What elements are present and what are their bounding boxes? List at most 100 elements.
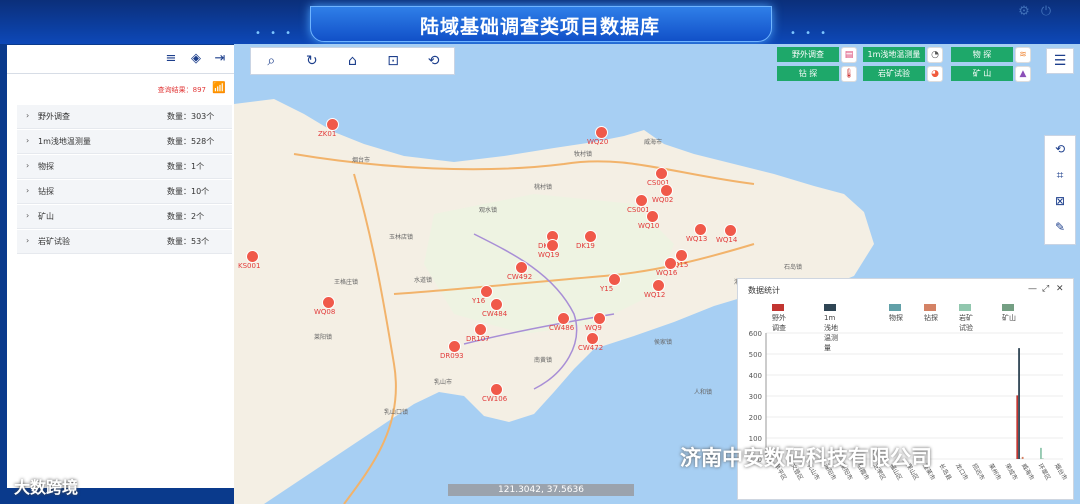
stats-title: 数据统计 xyxy=(748,286,780,295)
map-marker-label: WQ19 xyxy=(538,251,560,259)
tree-row[interactable]: › 1m浅地温测量 数量：528个 xyxy=(17,130,232,154)
map-marker[interactable]: DR093 xyxy=(440,340,484,364)
pie-icon: ◕ xyxy=(927,66,943,82)
reset-icon[interactable]: ⟲ xyxy=(425,52,443,70)
legend-item[interactable]: 1m浅地温测量 xyxy=(824,303,839,352)
page-title: 陆域基础调查类项目数据库 xyxy=(419,16,660,38)
map-marker[interactable]: Y15 xyxy=(600,273,644,297)
tree-row-count: 数量：303个 xyxy=(167,112,215,121)
svg-text:桃村镇: 桃村镇 xyxy=(534,183,552,191)
map-marker-label: DR093 xyxy=(440,352,464,360)
map-marker-label: WQ08 xyxy=(314,308,336,316)
layer-toggle-rock-test[interactable]: 岩矿试验 xyxy=(863,66,925,81)
mountain-icon: ▲ xyxy=(1015,66,1031,82)
map-marker-label: CW484 xyxy=(482,310,508,318)
map-marker-label: WQ16 xyxy=(656,269,678,277)
map-marker[interactable]: WQ08 xyxy=(314,296,358,320)
layer-toggle-geophysics[interactable]: 物 探 xyxy=(951,47,1013,62)
svg-text:烟台市: 烟台市 xyxy=(352,156,370,164)
map-marker[interactable]: CW472 xyxy=(578,332,622,356)
map-toolbar: ⌕ ↻ ⌂ ⊡ ⟲ xyxy=(250,47,455,75)
legend-item[interactable]: 物探 xyxy=(889,303,904,322)
chevron-right-icon: › xyxy=(26,111,30,120)
bar-chart: 0100200300400500600牟平区 文登区 乳山市 海阳市 莱阳市 栖霞市 芝罘区… xyxy=(749,330,1069,482)
svg-text:玉林店镇: 玉林店镇 xyxy=(389,233,413,241)
map-marker[interactable]: ZK01 xyxy=(318,118,362,142)
map-marker[interactable]: WQ12 xyxy=(644,279,688,303)
layer-toggle-drilling[interactable]: 钻 探 xyxy=(777,66,839,81)
tree-row[interactable]: › 矿山 数量：2个 xyxy=(17,205,232,229)
legend-item[interactable]: 岩矿试验 xyxy=(959,303,974,332)
map-marker[interactable]: WQ19 xyxy=(538,239,582,263)
x-tick-label: 莱州市 xyxy=(987,462,1003,482)
map-marker-label: Y15 xyxy=(600,285,614,293)
zoom-box-icon[interactable]: ⌕ xyxy=(262,52,280,70)
x-tick-label: 龙口市 xyxy=(954,462,970,482)
pan-icon[interactable]: ⌂ xyxy=(343,52,361,70)
rotate-icon[interactable]: ↻ xyxy=(303,52,321,70)
map-marker[interactable]: WQ20 xyxy=(587,126,631,150)
tree-row[interactable]: › 钻探 数量：10个 xyxy=(17,180,232,204)
x-tick-label: 长岛县 xyxy=(938,462,954,482)
chevron-right-icon: › xyxy=(26,136,30,145)
svg-text:莱阳镇: 莱阳镇 xyxy=(314,333,332,341)
layer-toggle-ground-temp[interactable]: 1m浅地温测量 xyxy=(863,47,925,62)
layer-toggle-field-survey[interactable]: 野外调查 xyxy=(777,47,839,62)
map-marker[interactable]: CW106 xyxy=(482,383,526,407)
svg-text:人和镇: 人和镇 xyxy=(694,388,712,396)
thermometer-icon: 🌡 xyxy=(841,66,857,82)
minimize-icon[interactable]: — xyxy=(1028,284,1037,294)
y-tick-label: 600 xyxy=(749,330,762,338)
map-marker-label: ZK01 xyxy=(318,130,337,138)
tree-row[interactable]: › 物探 数量：1个 xyxy=(17,155,232,179)
svg-text:王格庄镇: 王格庄镇 xyxy=(334,278,358,286)
ruler-icon[interactable]: ✎ xyxy=(1045,214,1075,240)
map-marker[interactable]: KS001 xyxy=(238,250,282,274)
svg-text:观水镇: 观水镇 xyxy=(479,206,497,214)
settings-gear-icon[interactable]: ⚙ xyxy=(1016,4,1032,20)
tree-row-count: 数量：528个 xyxy=(167,137,215,146)
legend-item[interactable]: 矿山 xyxy=(1002,303,1017,322)
tree-row-label: 野外调查 xyxy=(38,112,70,121)
svg-text:南黄镇: 南黄镇 xyxy=(534,356,552,364)
tree-row[interactable]: › 野外调查 数量：303个 xyxy=(17,105,232,129)
measure-icon[interactable]: ⊠ xyxy=(1045,188,1075,214)
query-list-icon[interactable]: ≡ xyxy=(162,50,180,68)
tree-row-count: 数量：1个 xyxy=(167,162,205,171)
crop-icon[interactable]: ⌗ xyxy=(1045,162,1075,188)
query-result-count: 查询结果：897 xyxy=(157,86,206,94)
layers-icon[interactable]: ◈ xyxy=(187,50,205,68)
map-marker[interactable]: WQ14 xyxy=(716,224,760,248)
chevron-right-icon: › xyxy=(26,161,30,170)
bar xyxy=(1016,395,1019,459)
select-icon[interactable]: ⊡ xyxy=(384,52,402,70)
tree-row[interactable]: › 岩矿试验 数量：53个 xyxy=(17,230,232,254)
collapse-icon[interactable]: ⇥ xyxy=(211,50,229,68)
map-marker-label: CW106 xyxy=(482,395,508,403)
map-marker[interactable]: WQ10 xyxy=(638,210,682,234)
map-marker[interactable]: DK19 xyxy=(576,230,620,254)
sliders-icon[interactable]: ☰ xyxy=(1046,48,1074,74)
tree-row-label: 岩矿试验 xyxy=(38,237,70,246)
map-marker[interactable]: WQ16 xyxy=(656,257,700,281)
maximize-icon[interactable]: ⤢ xyxy=(1042,284,1049,294)
layer-toggle-mine[interactable]: 矿 山 xyxy=(951,66,1013,81)
y-tick-label: 400 xyxy=(749,372,762,380)
close-icon[interactable]: ✕ xyxy=(1056,284,1064,294)
bar xyxy=(1018,348,1020,459)
map-marker-label: WQ10 xyxy=(638,222,660,230)
chevron-right-icon: › xyxy=(26,236,30,245)
legend-item[interactable]: 野外调查 xyxy=(772,303,787,332)
svg-text:侯家镇: 侯家镇 xyxy=(654,338,672,346)
header-dots-left: • • • xyxy=(255,28,295,39)
chart-icon[interactable]: 📶 xyxy=(212,81,226,94)
bar xyxy=(1021,456,1024,459)
history-icon[interactable]: ⟲ xyxy=(1045,136,1075,162)
legend-item[interactable]: 钻探 xyxy=(924,303,939,322)
map-marker[interactable]: CW484 xyxy=(482,298,526,322)
clipboard-icon: ▤ xyxy=(841,47,857,63)
power-icon[interactable]: ⏻ xyxy=(1038,4,1054,20)
svg-text:牧村镇: 牧村镇 xyxy=(574,150,592,158)
map-marker[interactable]: CW492 xyxy=(507,261,551,285)
x-tick-label: 荣成市 xyxy=(1004,462,1020,482)
